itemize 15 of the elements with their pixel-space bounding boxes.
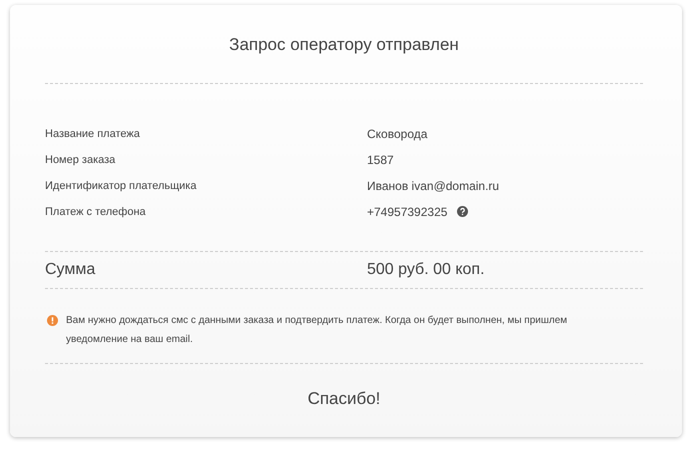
- total-label: Сумма: [45, 261, 96, 279]
- detail-value: Сковорода: [367, 126, 428, 140]
- help-icon[interactable]: [457, 206, 468, 217]
- detail-value: Иванов ivan@domain.ru: [367, 178, 500, 192]
- detail-label: Платеж с телефона: [45, 206, 147, 218]
- thanks-text: Спасибо!: [306, 389, 382, 409]
- notice-text: Вам нужно дождаться смс с данными заказа и подтвердить платеж. Когда он будет выполнен, мы пришлем уведомление на ваш email.: [66, 314, 568, 347]
- info-icon: [47, 315, 58, 326]
- detail-label: Идентификатор плательщика: [45, 180, 198, 192]
- total-value: 500 руб. 00 коп.: [367, 261, 485, 279]
- detail-value: +74957392325: [367, 204, 448, 218]
- detail-label: Номер заказа: [45, 154, 116, 166]
- detail-label: Название платежа: [45, 128, 141, 140]
- detail-value: 1587: [367, 152, 394, 166]
- dialog-title: Запрос оператору отправлен: [228, 34, 460, 56]
